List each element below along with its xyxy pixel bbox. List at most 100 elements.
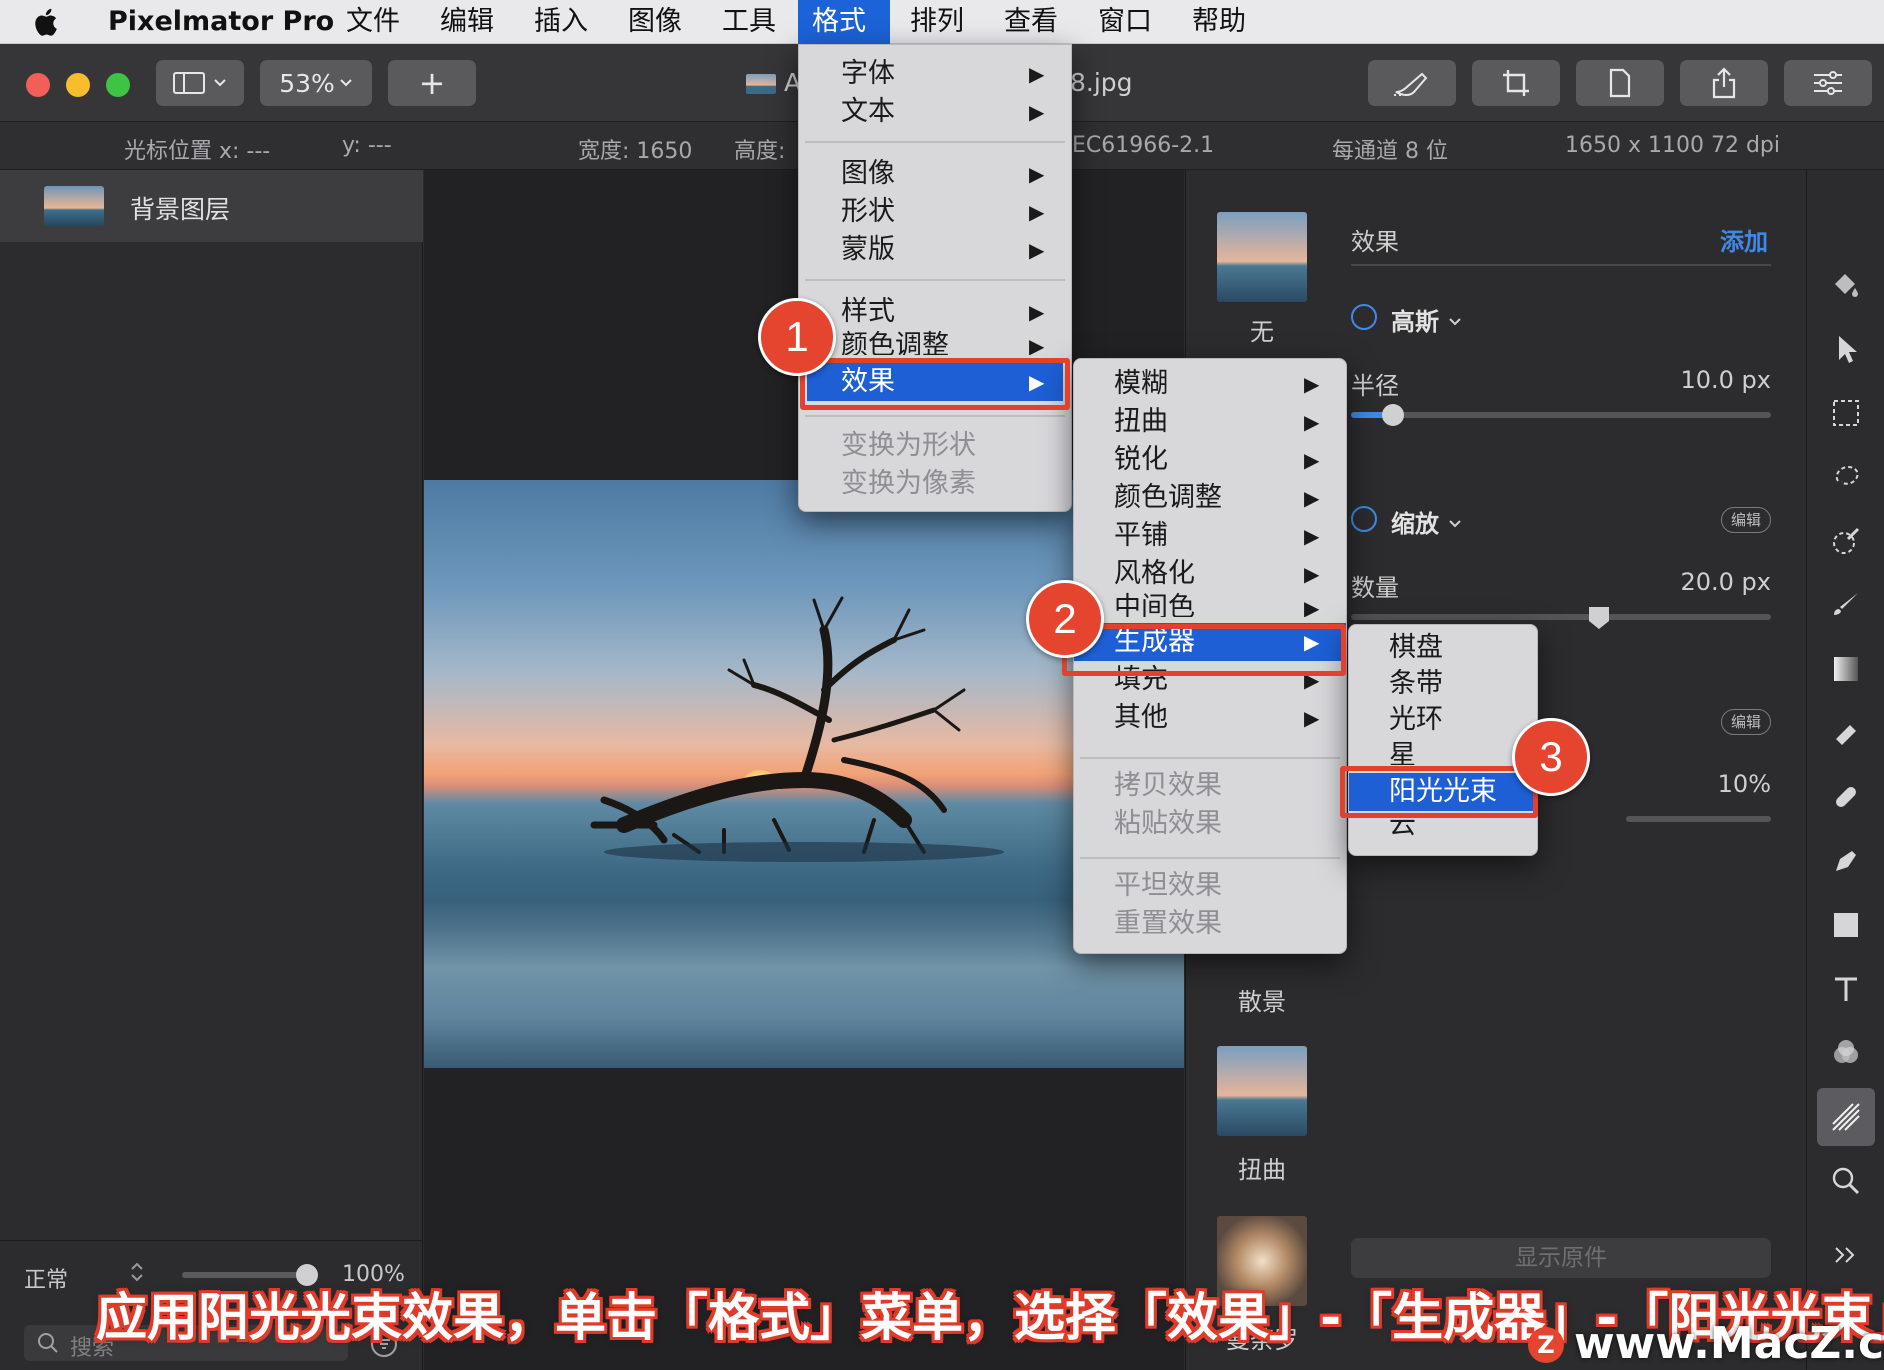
menu-view[interactable]: 查看 xyxy=(990,0,1072,44)
format-menu-color-adjust-label: 颜色调整 xyxy=(841,330,949,355)
amount-label: 数量 xyxy=(1351,574,1399,602)
cursor-y-readout: y: --- xyxy=(342,133,392,158)
format-menu-mask[interactable]: 蒙版 ▶ xyxy=(799,231,1071,269)
effects-menu-tile[interactable]: 平铺 ▶ xyxy=(1074,517,1346,555)
effects-menu-other-label: 其他 xyxy=(1114,702,1168,733)
minimize-window-button[interactable] xyxy=(66,73,90,97)
export-document-button[interactable] xyxy=(1576,60,1664,106)
effects-menu-flatten: 平坦效果 xyxy=(1074,867,1346,905)
radius-label: 半径 xyxy=(1351,372,1399,400)
submenu-arrow-icon: ▶ xyxy=(1304,448,1320,472)
selection-rect-icon[interactable] xyxy=(1817,384,1875,442)
format-menu-font[interactable]: 字体 ▶ xyxy=(799,55,1071,93)
canvas-image[interactable] xyxy=(424,480,1184,1068)
menu-edit[interactable]: 编辑 xyxy=(426,0,508,44)
amount-value[interactable]: 20.0 px xyxy=(1571,568,1771,596)
menu-arrange[interactable]: 排列 xyxy=(896,0,978,44)
effects-menu-blur[interactable]: 模糊 ▶ xyxy=(1074,365,1346,403)
menu-window[interactable]: 窗口 xyxy=(1084,0,1166,44)
submenu-arrow-icon: ▶ xyxy=(1304,562,1320,586)
gaussian-effect-name[interactable]: 高斯 xyxy=(1391,302,1439,337)
pen-icon[interactable] xyxy=(1817,832,1875,890)
apple-icon[interactable] xyxy=(26,0,62,44)
zoom-blur-edit-button[interactable]: 编辑 xyxy=(1721,507,1771,533)
format-menu-style[interactable]: 样式 ▶ xyxy=(799,293,1071,331)
add-button[interactable]: + xyxy=(388,60,476,106)
generator-star[interactable]: 星 xyxy=(1349,737,1537,765)
effect-edit-button[interactable]: 编辑 xyxy=(1721,709,1771,735)
effects-menu-sharpen[interactable]: 锐化 ▶ xyxy=(1074,441,1346,479)
format-menu-font-label: 字体 xyxy=(841,58,895,89)
format-menu-shape[interactable]: 形状 ▶ xyxy=(799,193,1071,231)
format-menu-style-label: 样式 xyxy=(841,296,895,327)
zoom-level-menu[interactable]: 53% xyxy=(260,60,372,106)
color-select-icon[interactable] xyxy=(1817,512,1875,570)
retouch-bandage-icon[interactable] xyxy=(1817,768,1875,826)
preset-thumbnail-distort[interactable] xyxy=(1217,1046,1307,1136)
effects-menu-color-adjust[interactable]: 颜色调整 ▶ xyxy=(1074,479,1346,517)
paint-bucket-icon[interactable] xyxy=(1817,256,1875,314)
effects-menu-other[interactable]: 其他 ▶ xyxy=(1074,699,1346,737)
menu-format[interactable]: 格式 xyxy=(798,0,890,44)
watermark-text: www.MacZ.com xyxy=(1574,1318,1884,1369)
effects-tool-icon[interactable] xyxy=(1817,1088,1875,1146)
effects-menu-stylize[interactable]: 风格化 ▶ xyxy=(1074,555,1346,593)
preset-thumbnail-none[interactable] xyxy=(1217,212,1307,302)
generator-checkerboard[interactable]: 棋盘 xyxy=(1349,629,1537,667)
zoom-blur-toggle[interactable] xyxy=(1351,506,1377,532)
generator-stripes[interactable]: 条带 xyxy=(1349,665,1537,703)
shape-square-icon[interactable] xyxy=(1817,896,1875,954)
menu-app-name[interactable]: Pixelmator Pro xyxy=(94,0,348,44)
format-menu-text[interactable]: 文本 ▶ xyxy=(799,93,1071,131)
submenu-arrow-icon: ▶ xyxy=(1029,200,1045,224)
crop-icon xyxy=(1501,68,1531,98)
sidebar-toggle-button[interactable] xyxy=(156,60,244,106)
add-effect-link[interactable]: 添加 xyxy=(1720,222,1768,257)
color-adjust-icon[interactable] xyxy=(1817,1024,1875,1082)
share-button[interactable] xyxy=(1680,60,1768,106)
amount-slider-knob[interactable] xyxy=(1588,606,1610,634)
gaussian-toggle[interactable] xyxy=(1351,304,1377,330)
dimensions-readout: 1650 x 1100 72 dpi xyxy=(1565,133,1781,158)
effect-slider[interactable] xyxy=(1626,816,1771,822)
radius-slider[interactable] xyxy=(1351,412,1771,418)
radius-value[interactable]: 10.0 px xyxy=(1571,366,1771,394)
effect-percent-value[interactable]: 10% xyxy=(1571,770,1771,798)
format-menu-convert-pixels-label: 变换为像素 xyxy=(841,468,976,499)
menu-tools[interactable]: 工具 xyxy=(708,0,790,44)
lasso-icon[interactable] xyxy=(1817,448,1875,506)
generator-halo[interactable]: 光环 xyxy=(1349,701,1537,739)
amount-slider[interactable] xyxy=(1351,614,1771,620)
menu-separator xyxy=(1080,857,1340,859)
gradient-icon[interactable] xyxy=(1817,640,1875,698)
effects-title: 效果 xyxy=(1351,228,1399,256)
eraser-icon[interactable] xyxy=(1817,704,1875,762)
style-tool-button[interactable] xyxy=(1368,60,1456,106)
generator-clouds[interactable]: 云 xyxy=(1349,819,1537,849)
adjustments-button[interactable] xyxy=(1784,60,1872,106)
text-tool-icon[interactable] xyxy=(1817,960,1875,1018)
zoom-magnifier-icon[interactable] xyxy=(1817,1152,1875,1210)
show-original-button[interactable]: 显示原件 xyxy=(1351,1238,1771,1278)
crop-button[interactable] xyxy=(1472,60,1560,106)
radius-slider-knob[interactable] xyxy=(1382,404,1404,426)
arrange-arrow-icon[interactable] xyxy=(1817,320,1875,378)
effects-menu-halftone[interactable]: 中间色 ▶ xyxy=(1074,589,1346,617)
menu-image[interactable]: 图像 xyxy=(614,0,696,44)
layer-row[interactable]: 背景图层 xyxy=(0,170,423,242)
effects-menu-halftone-label: 中间色 xyxy=(1114,592,1195,617)
zoom-window-button[interactable] xyxy=(106,73,130,97)
paint-brush-icon[interactable] xyxy=(1817,576,1875,634)
format-menu-image[interactable]: 图像 ▶ xyxy=(799,155,1071,193)
effects-menu-distort[interactable]: 扭曲 ▶ xyxy=(1074,403,1346,441)
menu-help[interactable]: 帮助 xyxy=(1178,0,1260,44)
format-menu-color-adjust[interactable]: 颜色调整 ▶ xyxy=(799,327,1071,355)
color-profile-readout: EC61966-2.1 xyxy=(1072,133,1215,158)
menu-file[interactable]: 文件 xyxy=(332,0,414,44)
menu-separator xyxy=(1080,757,1340,759)
zoom-blur-effect-name[interactable]: 缩放 xyxy=(1391,504,1439,539)
close-window-button[interactable] xyxy=(26,73,50,97)
sliders-icon xyxy=(1812,70,1844,96)
blend-mode-select[interactable]: 正常 xyxy=(24,1262,68,1294)
menu-insert[interactable]: 插入 xyxy=(520,0,602,44)
